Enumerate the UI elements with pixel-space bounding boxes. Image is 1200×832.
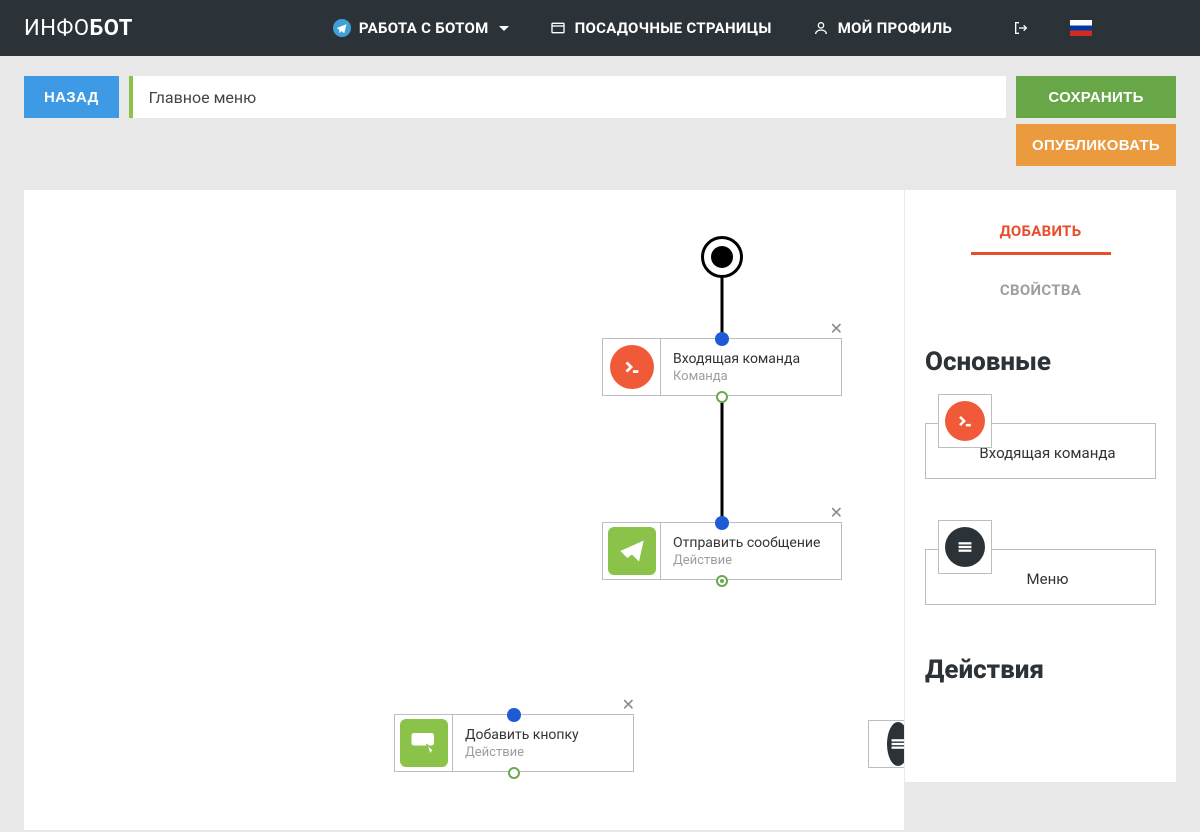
palette-icon-wrap xyxy=(938,394,992,448)
chevron-down-icon xyxy=(499,26,509,31)
flag-ru-icon xyxy=(1070,20,1092,36)
node-body: Входящая команда Команда xyxy=(661,339,841,395)
nav: РАБОТА С БОТОМ ПОСАДОЧНЫЕ СТРАНИЦЫ МОЙ П… xyxy=(333,19,1092,37)
page-icon xyxy=(549,19,567,37)
workspace: ✕ Входящая команда Команда ✕ От xyxy=(0,166,1200,806)
save-button[interactable]: СОХРАНИТЬ xyxy=(1016,76,1176,118)
nav-logout[interactable] xyxy=(1012,19,1030,37)
node-send-message[interactable]: ✕ Отправить сообщение Действие xyxy=(602,522,842,580)
node-icon-wrap xyxy=(603,339,661,395)
section-basic-title: Основные xyxy=(905,311,1176,393)
node-title: Отправить сообщение xyxy=(673,535,829,551)
node-icon-wrap xyxy=(603,523,661,579)
node-body: Добавить кнопку Действие xyxy=(453,715,633,771)
terminal-icon xyxy=(945,401,985,441)
node-add-button[interactable]: ✕ Добавить кнопку Действие xyxy=(394,714,634,772)
palette-incoming-command[interactable]: Входящая команда xyxy=(925,423,1156,479)
node-incoming-command[interactable]: ✕ Входящая команда Команда xyxy=(602,338,842,396)
node-subtitle: Команда xyxy=(673,369,829,384)
nav-bot-label: РАБОТА С БОТОМ xyxy=(359,19,489,37)
button-click-icon xyxy=(400,719,448,767)
publish-button[interactable]: ОПУБЛИКОВАТЬ xyxy=(1016,124,1176,166)
side-tabs: ДОБАВИТЬ СВОЙСТВА xyxy=(905,190,1176,311)
palette-icon-wrap xyxy=(938,520,992,574)
node-subtitle: Действие xyxy=(673,553,829,568)
node-icon-wrap xyxy=(395,715,453,771)
tab-properties[interactable]: СВОЙСТВА xyxy=(971,269,1111,311)
logo[interactable]: ИНФОБОТ xyxy=(24,16,133,41)
port-out[interactable] xyxy=(716,575,728,587)
tab-add[interactable]: ДОБАВИТЬ xyxy=(971,210,1111,255)
flow-canvas[interactable]: ✕ Входящая команда Команда ✕ От xyxy=(24,190,904,830)
port-in[interactable] xyxy=(715,516,729,530)
send-icon xyxy=(608,527,656,575)
section-actions-title: Действия xyxy=(905,645,1176,701)
port-out[interactable] xyxy=(508,767,520,779)
port-out[interactable] xyxy=(716,391,728,403)
side-panel: ДОБАВИТЬ СВОЙСТВА Основные Входящая кома… xyxy=(904,190,1176,782)
logo-text-1: ИНФО xyxy=(24,16,90,41)
telegram-icon xyxy=(333,19,351,37)
nav-landing-label: ПОСАДОЧНЫЕ СТРАНИЦЫ xyxy=(575,19,772,37)
nav-profile-label: МОЙ ПРОФИЛЬ xyxy=(838,19,952,37)
language-switch[interactable] xyxy=(1070,20,1092,36)
back-button[interactable]: НАЗАД xyxy=(24,76,119,118)
node-title: Входящая команда xyxy=(673,351,829,367)
port-in[interactable] xyxy=(507,708,521,722)
logo-text-2: БОТ xyxy=(90,16,133,41)
node-subtitle: Действие xyxy=(465,745,621,760)
terminal-icon xyxy=(610,345,654,389)
action-buttons: СОХРАНИТЬ ОПУБЛИКОВАТЬ xyxy=(1016,76,1176,166)
scenario-title-text: Главное меню xyxy=(149,88,257,107)
menu-icon xyxy=(945,527,985,567)
logout-icon xyxy=(1012,19,1030,37)
close-icon[interactable]: ✕ xyxy=(830,319,843,338)
nav-landing[interactable]: ПОСАДОЧНЫЕ СТРАНИЦЫ xyxy=(549,19,772,37)
top-header: ИНФОБОТ РАБОТА С БОТОМ ПОСАДОЧНЫЕ СТРАНИ… xyxy=(0,0,1200,56)
node-title: Добавить кнопку xyxy=(465,727,621,743)
nav-bot-dropdown[interactable]: РАБОТА С БОТОМ xyxy=(333,19,509,37)
user-icon xyxy=(812,19,830,37)
close-icon[interactable]: ✕ xyxy=(622,695,635,714)
node-body: Отправить сообщение Действие xyxy=(661,523,841,579)
palette-menu[interactable]: Меню xyxy=(925,549,1156,605)
scenario-title-input[interactable]: Главное меню xyxy=(129,76,1006,118)
nav-profile[interactable]: МОЙ ПРОФИЛЬ xyxy=(812,19,952,37)
node-partial-menu[interactable] xyxy=(868,720,904,768)
close-icon[interactable]: ✕ xyxy=(830,503,843,522)
menu-icon xyxy=(887,722,905,766)
start-node[interactable] xyxy=(701,236,743,278)
sub-toolbar: НАЗАД Главное меню СОХРАНИТЬ ОПУБЛИКОВАТ… xyxy=(0,56,1200,166)
port-in[interactable] xyxy=(715,332,729,346)
